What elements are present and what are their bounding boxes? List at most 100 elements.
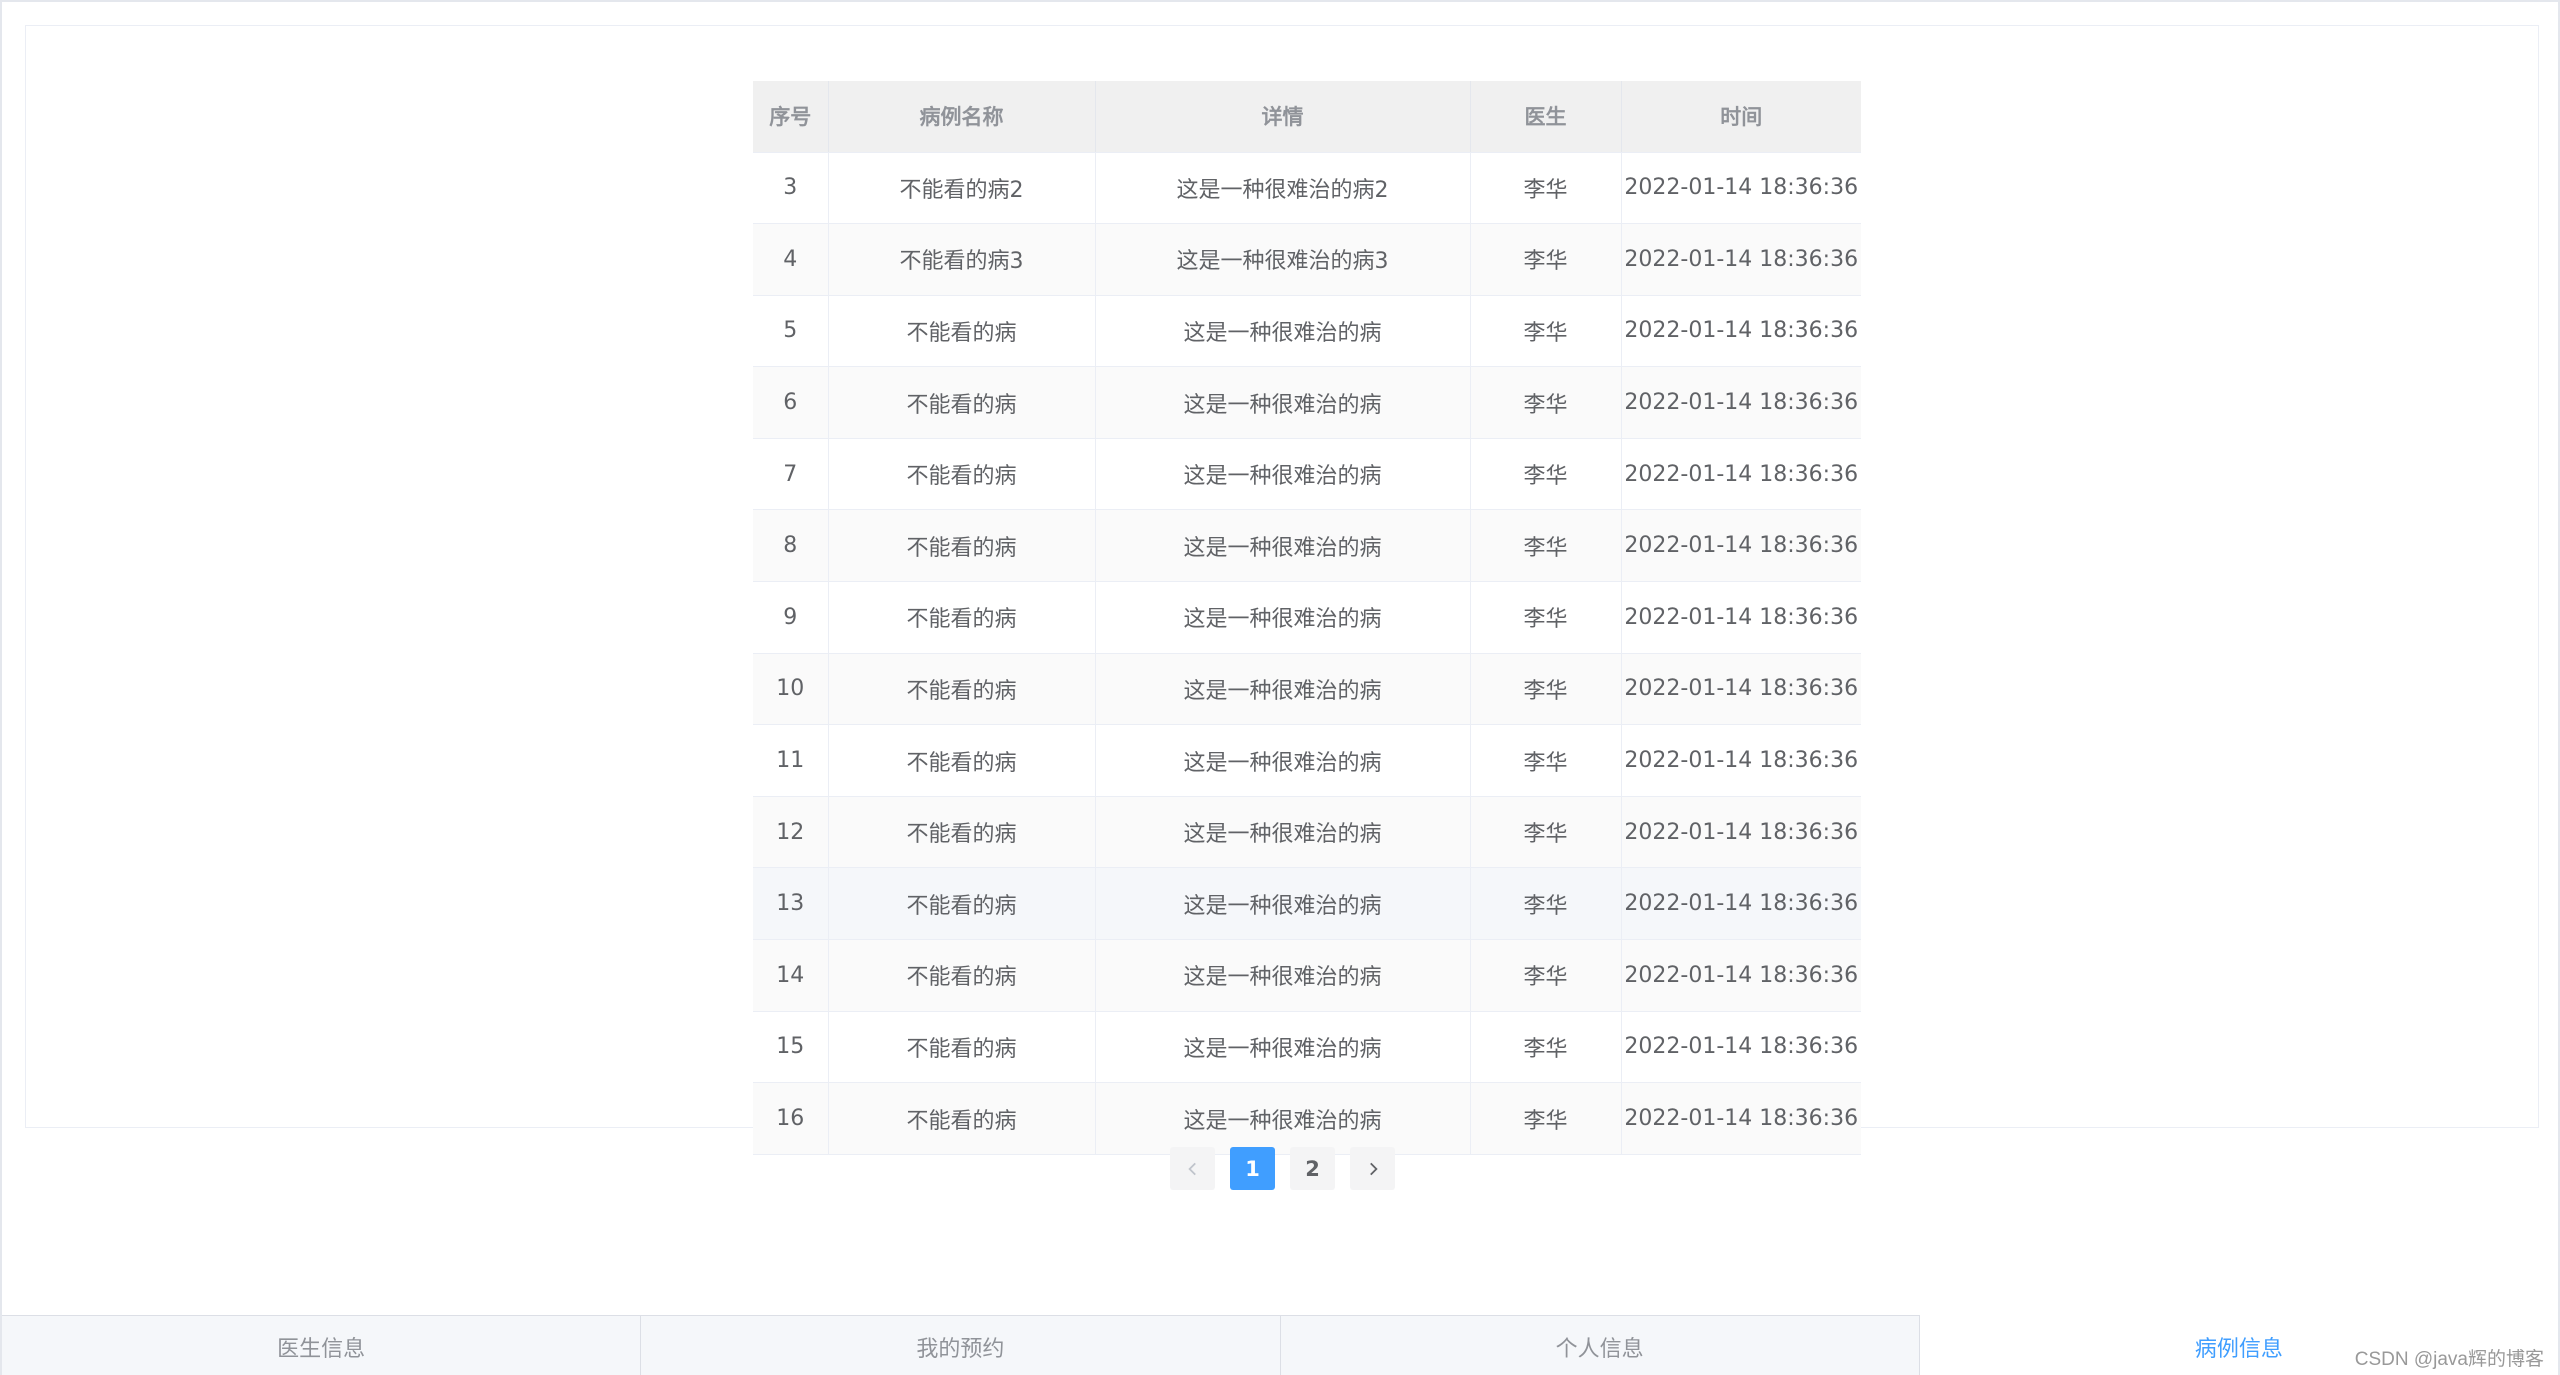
- cell-case-name: 不能看的病: [828, 366, 1096, 439]
- cell-case-name: 不能看的病: [828, 867, 1096, 941]
- cell-case-name: 不能看的病: [828, 509, 1096, 583]
- cell-case-name: 不能看的病3: [828, 223, 1096, 296]
- cell-index: 12: [753, 796, 829, 869]
- table-row[interactable]: 6 不能看的病 这是一种很难治的病 李华 2022-01-14 18:36:36: [753, 366, 1861, 439]
- cell-index: 3: [753, 152, 829, 225]
- table-row[interactable]: 7 不能看的病 这是一种很难治的病 李华 2022-01-14 18:36:36: [753, 438, 1861, 511]
- chevron-left-icon: [1187, 1162, 1196, 1175]
- table-header: 序号 病例名称 详情 医生 时间: [753, 81, 1861, 153]
- cell-doctor: 李华: [1470, 152, 1622, 225]
- content-card: 序号 病例名称 详情 医生 时间 3 不能看的病2 这是一种很难治的病2 李华 2022…: [25, 25, 2539, 1155]
- tab-personal-info[interactable]: 个人信息: [1280, 1315, 1920, 1375]
- cell-time: 2022-01-14 18:36:36: [1621, 295, 1861, 368]
- table-row[interactable]: 14 不能看的病 这是一种很难治的病 李华 2022-01-14 18:36:36: [753, 939, 1861, 1012]
- cell-time: 2022-01-14 18:36:36: [1621, 653, 1861, 726]
- app-page: 序号 病例名称 详情 医生 时间 3 不能看的病2 这是一种很难治的病2 李华 2022…: [0, 0, 2560, 1375]
- case-table-container: 序号 病例名称 详情 医生 时间 3 不能看的病2 这是一种很难治的病2 李华 2022…: [753, 81, 1861, 1155]
- table-row[interactable]: 4 不能看的病3 这是一种很难治的病3 李华 2022-01-14 18:36:36: [753, 223, 1861, 296]
- tab-doctor-info[interactable]: 医生信息: [2, 1315, 642, 1375]
- cell-doctor: 李华: [1470, 939, 1622, 1012]
- table-row[interactable]: 5 不能看的病 这是一种很难治的病 李华 2022-01-14 18:36:36: [753, 295, 1861, 368]
- cell-doctor: 李华: [1470, 581, 1622, 654]
- table-body: 3 不能看的病2 这是一种很难治的病2 李华 2022-01-14 18:36:36 4 不…: [753, 152, 1861, 1155]
- cell-doctor: 李华: [1470, 295, 1622, 368]
- cell-doctor: 李华: [1470, 223, 1622, 296]
- cell-doctor: 李华: [1470, 509, 1622, 583]
- tab-my-appointments[interactable]: 我的预约: [641, 1315, 1281, 1375]
- cell-doctor: 李华: [1470, 366, 1622, 439]
- cell-index: 4: [753, 223, 829, 296]
- cell-case-name: 不能看的病: [828, 1011, 1096, 1084]
- pagination: 1 2: [1170, 1147, 1395, 1190]
- page-button-1[interactable]: 1: [1230, 1147, 1275, 1190]
- cell-detail: 这是一种很难治的病: [1095, 1082, 1471, 1155]
- cell-detail: 这是一种很难治的病: [1095, 438, 1471, 511]
- cell-time: 2022-01-14 18:36:36: [1621, 867, 1861, 941]
- cell-index: 5: [753, 295, 829, 368]
- cell-detail: 这是一种很难治的病: [1095, 509, 1471, 583]
- cell-detail: 这是一种很难治的病3: [1095, 223, 1471, 296]
- cell-index: 15: [753, 1011, 829, 1084]
- cell-time: 2022-01-14 18:36:36: [1621, 223, 1861, 296]
- cell-doctor: 李华: [1470, 867, 1622, 941]
- cell-doctor: 李华: [1470, 1011, 1622, 1084]
- cell-time: 2022-01-14 18:36:36: [1621, 581, 1861, 654]
- cell-case-name: 不能看的病: [828, 438, 1096, 511]
- table-row[interactable]: 10 不能看的病 这是一种很难治的病 李华 2022-01-14 18:36:36: [753, 653, 1861, 726]
- cell-time: 2022-01-14 18:36:36: [1621, 366, 1861, 439]
- cell-case-name: 不能看的病: [828, 295, 1096, 368]
- column-header-time: 时间: [1621, 81, 1861, 153]
- prev-page-button[interactable]: [1170, 1147, 1215, 1190]
- cell-detail: 这是一种很难治的病: [1095, 796, 1471, 869]
- table-row[interactable]: 16 不能看的病 这是一种很难治的病 李华 2022-01-14 18:36:36: [753, 1082, 1861, 1155]
- cell-detail: 这是一种很难治的病: [1095, 581, 1471, 654]
- cell-case-name: 不能看的病: [828, 724, 1096, 797]
- cell-doctor: 李华: [1470, 438, 1622, 511]
- table-row[interactable]: 15 不能看的病 这是一种很难治的病 李华 2022-01-14 18:36:36: [753, 1011, 1861, 1084]
- cell-index: 16: [753, 1082, 829, 1155]
- chevron-right-icon: [1369, 1162, 1378, 1175]
- cell-index: 10: [753, 653, 829, 726]
- column-header-doctor: 医生: [1470, 81, 1622, 153]
- cell-detail: 这是一种很难治的病: [1095, 939, 1471, 1012]
- table-row[interactable]: 13 不能看的病 这是一种很难治的病 李华 2022-01-14 18:36:36: [753, 867, 1861, 941]
- cell-detail: 这是一种很难治的病: [1095, 867, 1471, 941]
- cell-detail: 这是一种很难治的病: [1095, 653, 1471, 726]
- cell-detail: 这是一种很难治的病: [1095, 366, 1471, 439]
- table-row[interactable]: 12 不能看的病 这是一种很难治的病 李华 2022-01-14 18:36:36: [753, 796, 1861, 869]
- cell-case-name: 不能看的病2: [828, 152, 1096, 225]
- cell-doctor: 李华: [1470, 653, 1622, 726]
- column-header-case-name: 病例名称: [828, 81, 1096, 153]
- cell-doctor: 李华: [1470, 724, 1622, 797]
- cell-detail: 这是一种很难治的病: [1095, 295, 1471, 368]
- table-row[interactable]: 8 不能看的病 这是一种很难治的病 李华 2022-01-14 18:36:36: [753, 509, 1861, 583]
- table-row[interactable]: 3 不能看的病2 这是一种很难治的病2 李华 2022-01-14 18:36:36: [753, 152, 1861, 225]
- cell-case-name: 不能看的病: [828, 796, 1096, 869]
- cell-time: 2022-01-14 18:36:36: [1621, 1082, 1861, 1155]
- cell-index: 6: [753, 366, 829, 439]
- cell-case-name: 不能看的病: [828, 653, 1096, 726]
- table-row[interactable]: 9 不能看的病 这是一种很难治的病 李华 2022-01-14 18:36:36: [753, 581, 1861, 654]
- cell-detail: 这是一种很难治的病2: [1095, 152, 1471, 225]
- watermark: CSDN @java辉的博客: [2354, 1349, 2544, 1370]
- cell-time: 2022-01-14 18:36:36: [1621, 724, 1861, 797]
- cell-detail: 这是一种很难治的病: [1095, 724, 1471, 797]
- page-button-2[interactable]: 2: [1290, 1147, 1335, 1190]
- table-row[interactable]: 11 不能看的病 这是一种很难治的病 李华 2022-01-14 18:36:36: [753, 724, 1861, 797]
- cell-case-name: 不能看的病: [828, 1082, 1096, 1155]
- cell-index: 14: [753, 939, 829, 1012]
- cell-time: 2022-01-14 18:36:36: [1621, 438, 1861, 511]
- column-header-index: 序号: [753, 81, 829, 153]
- cell-index: 7: [753, 438, 829, 511]
- column-header-detail: 详情: [1095, 81, 1471, 153]
- cell-index: 8: [753, 509, 829, 583]
- cell-time: 2022-01-14 18:36:36: [1621, 796, 1861, 869]
- cell-index: 11: [753, 724, 829, 797]
- cell-time: 2022-01-14 18:36:36: [1621, 152, 1861, 225]
- next-page-button[interactable]: [1350, 1147, 1395, 1190]
- cell-time: 2022-01-14 18:36:36: [1621, 939, 1861, 1012]
- case-table: 序号 病例名称 详情 医生 时间 3 不能看的病2 这是一种很难治的病2 李华 2022…: [753, 81, 1861, 1155]
- cell-detail: 这是一种很难治的病: [1095, 1011, 1471, 1084]
- cell-doctor: 李华: [1470, 1082, 1622, 1155]
- bottom-tab-bar: 医生信息 我的预约 个人信息 病例信息: [2, 1315, 2558, 1375]
